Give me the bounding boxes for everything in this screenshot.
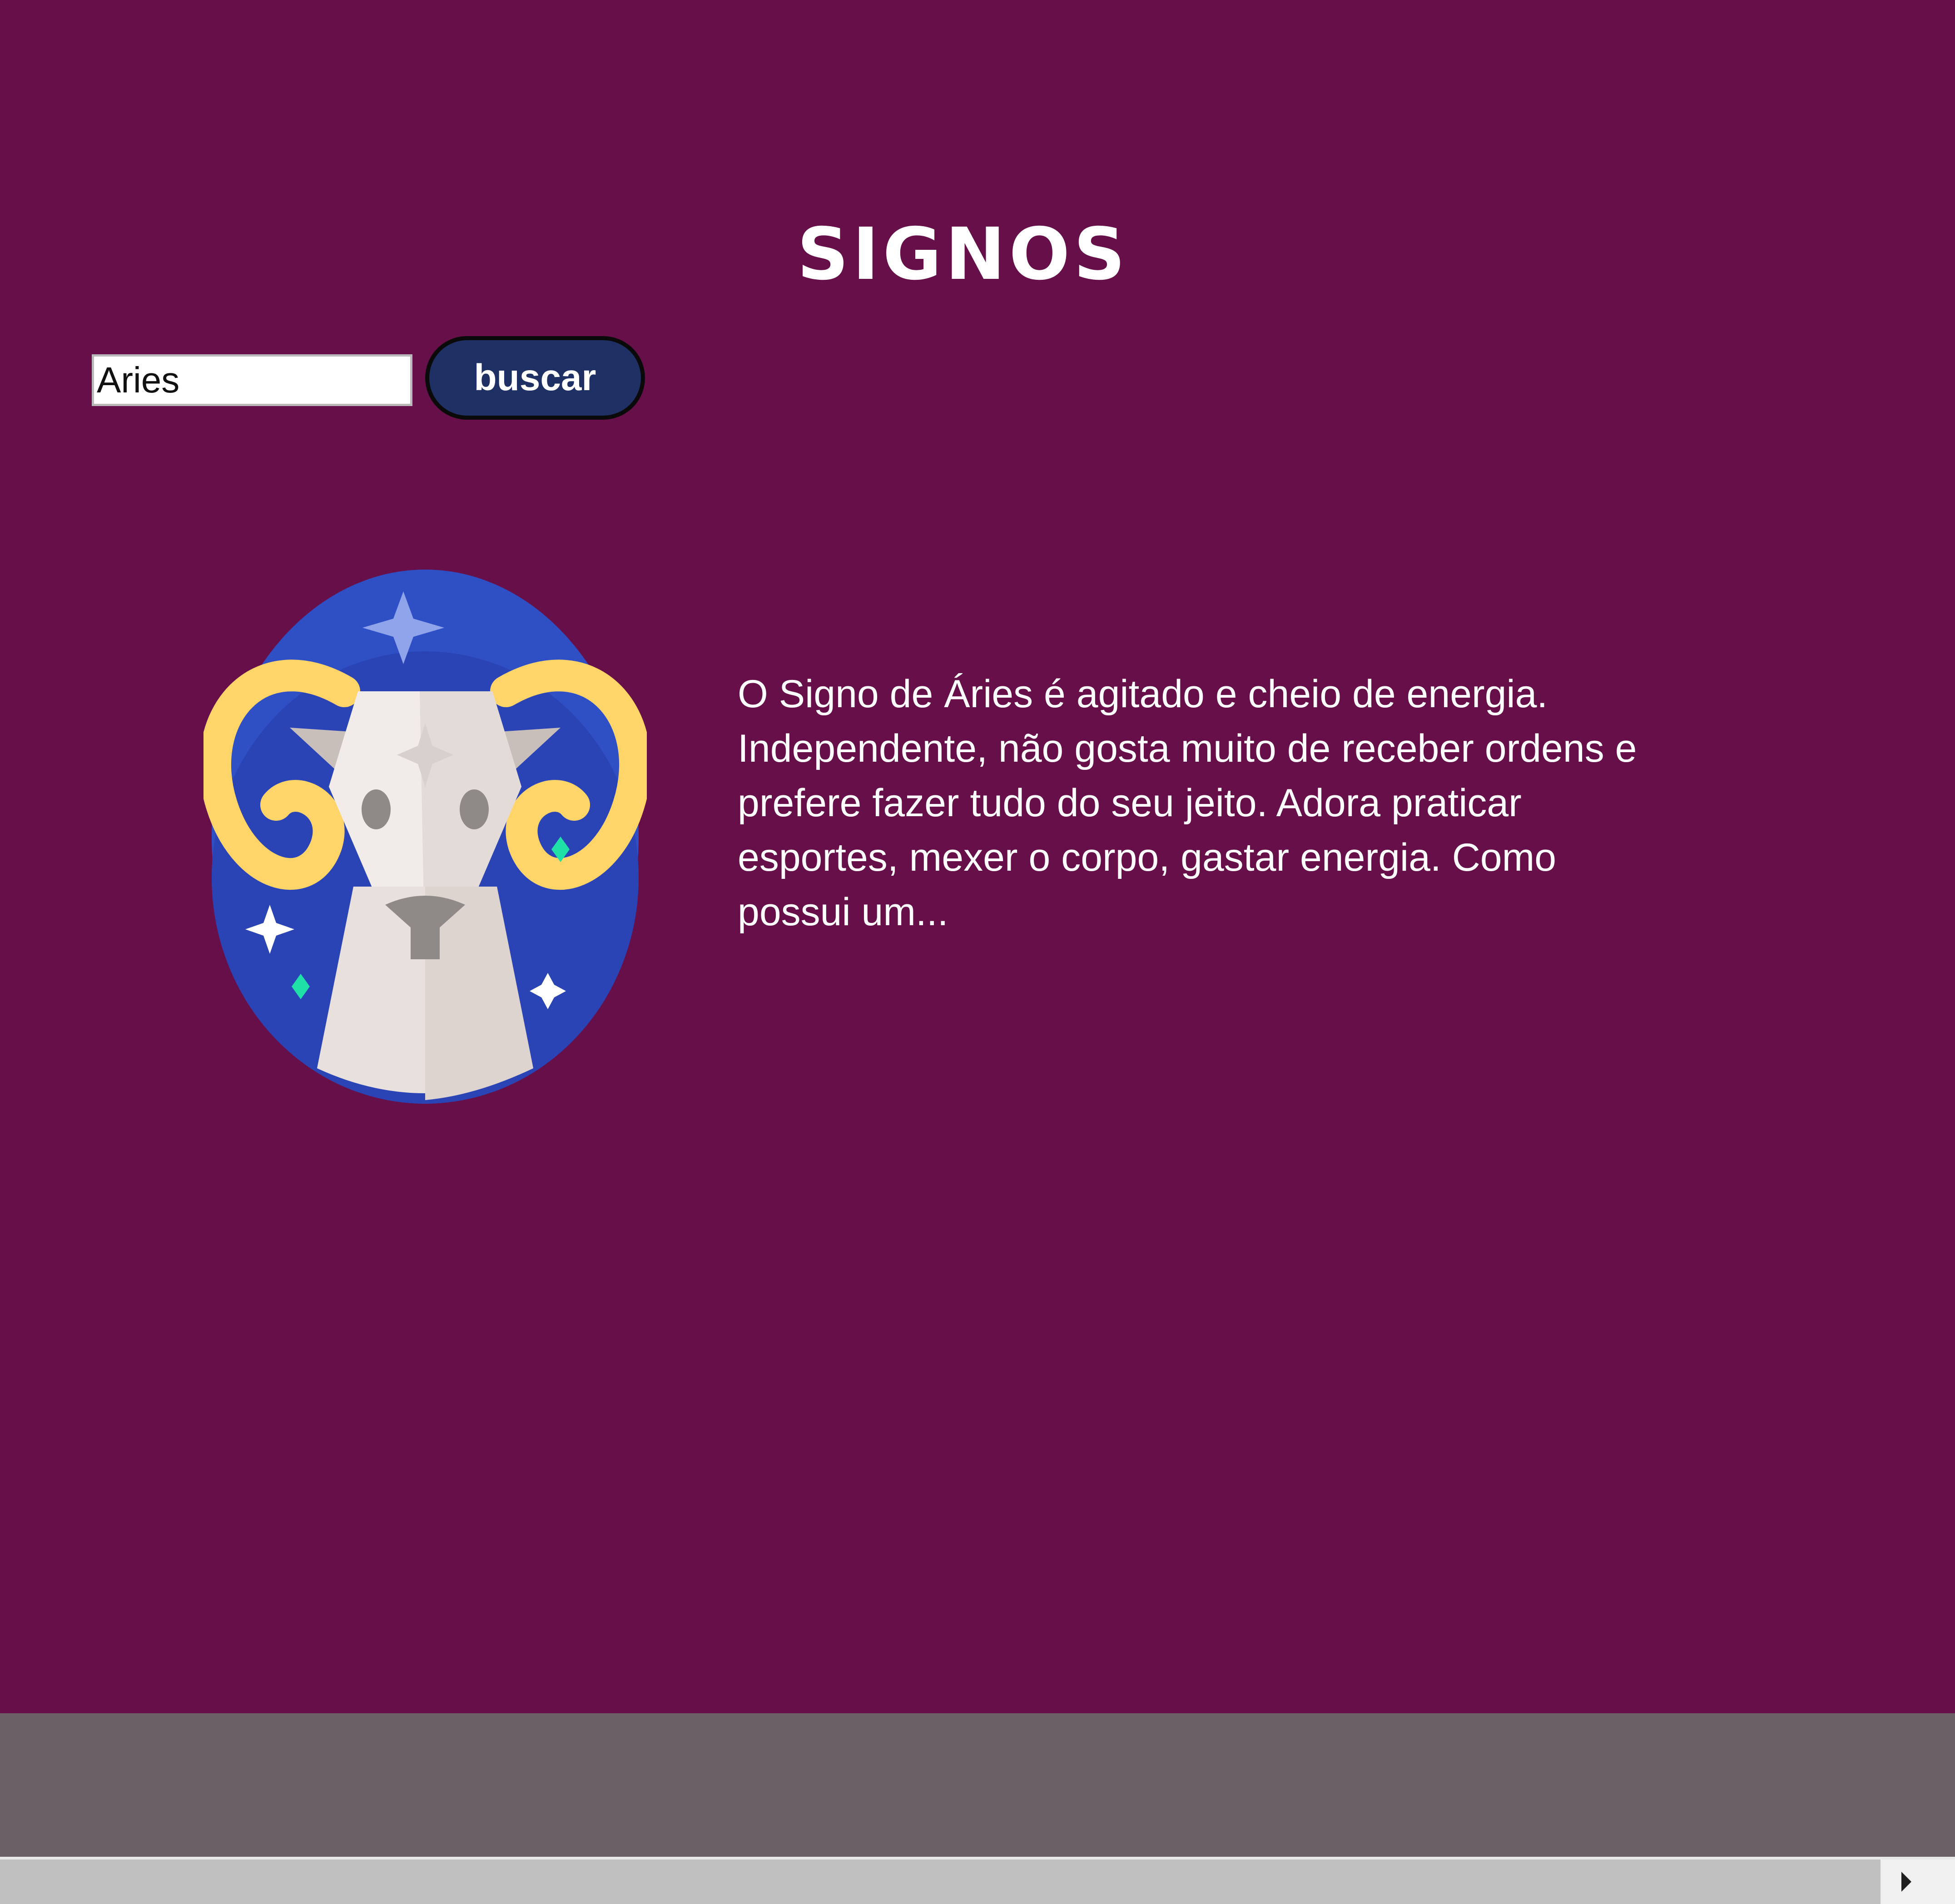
search-button[interactable]: buscar — [425, 336, 645, 420]
scrollbar-thumb[interactable] — [0, 1859, 1881, 1904]
horizontal-scrollbar[interactable] — [0, 1859, 1955, 1904]
page: SIGNOS buscar — [0, 0, 1955, 1904]
scroll-right-button[interactable] — [1881, 1859, 1930, 1904]
scrollbar-corner — [1930, 1859, 1955, 1904]
page-title: SIGNOS — [797, 213, 1129, 296]
main-content: SIGNOS buscar — [0, 0, 1955, 1713]
aries-ram-icon — [203, 570, 647, 1104]
arrow-right-icon — [1901, 1872, 1911, 1892]
footer — [0, 1713, 1955, 1859]
sign-description: O Signo de Áries é agitado e cheio de en… — [738, 672, 1637, 934]
sign-search-input[interactable] — [92, 354, 412, 406]
